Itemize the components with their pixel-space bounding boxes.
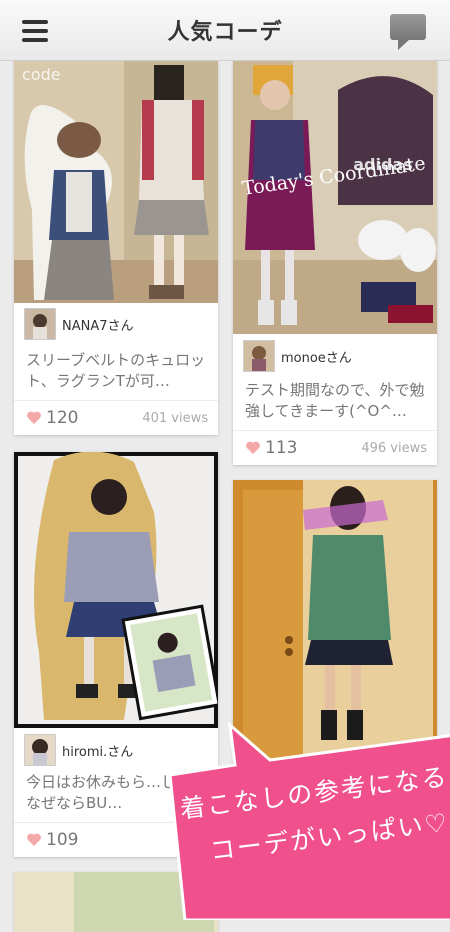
chat-bubble-icon[interactable] xyxy=(390,14,426,50)
outfit-photo[interactable]: adidas Today's Coordinate xyxy=(233,60,437,334)
like-count: 120 xyxy=(46,408,79,428)
outfit-card[interactable]: code NANA7さん スリーブベルトのキュロット、ラグランTが可… 120 … xyxy=(14,60,218,435)
outfit-photo[interactable] xyxy=(14,452,218,728)
card-user[interactable]: monoeさん xyxy=(243,339,352,373)
avatar xyxy=(24,734,56,766)
card-stats: 120 401 views xyxy=(14,400,218,435)
post-description: スリーブベルトのキュロット、ラグランTが可… xyxy=(26,351,206,390)
card-stats: 113 496 views xyxy=(233,430,437,465)
username: hiromi.さん xyxy=(62,744,134,760)
like-count: 113 xyxy=(265,438,298,458)
app-header: 人気コーデ xyxy=(0,0,450,61)
username: monoeさん xyxy=(281,350,352,366)
heart-icon[interactable] xyxy=(245,440,261,456)
outfit-photo[interactable]: code xyxy=(14,60,218,303)
like-count: 109 xyxy=(46,830,79,850)
avatar xyxy=(24,308,56,340)
heart-icon[interactable] xyxy=(26,832,42,848)
username: NANA7さん xyxy=(62,318,134,334)
page-title: 人気コーデ xyxy=(167,20,283,45)
heart-icon[interactable] xyxy=(26,410,42,426)
avatar xyxy=(243,340,275,372)
card-user[interactable]: NANA7さん xyxy=(24,307,134,341)
post-description: テスト期間なので、外で勉強してきまーす(^O^… xyxy=(245,381,425,420)
view-count: 496 views xyxy=(361,441,427,456)
card-user[interactable]: hiromi.さん xyxy=(24,733,133,767)
photo-overlay-text: code xyxy=(22,65,61,84)
outfit-card[interactable]: adidas Today's Coordinate monoeさん テスト期間な… xyxy=(233,60,437,465)
view-count: 401 views xyxy=(142,411,208,426)
